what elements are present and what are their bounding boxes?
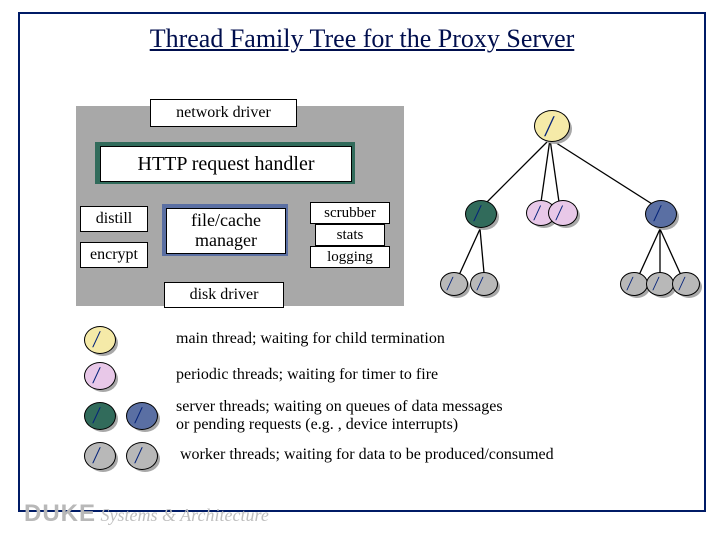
legend-periodic: periodic threads; waiting for timer to f… xyxy=(176,366,438,384)
tree-node-worker: / xyxy=(470,272,498,296)
box-stats: stats xyxy=(315,224,385,246)
box-disk-driver: disk driver xyxy=(164,282,284,308)
tree-node-worker: / xyxy=(646,272,674,296)
tree-node-worker: / xyxy=(440,272,468,296)
box-http-handler: HTTP request handler xyxy=(100,146,352,182)
tree-node-worker: / xyxy=(672,272,700,296)
legend-swatch-server-b: / xyxy=(126,402,158,430)
box-file-cache: file/cache manager xyxy=(166,208,286,254)
box-scrubber: scrubber xyxy=(310,202,390,224)
page-title: Thread Family Tree for the Proxy Server xyxy=(20,24,704,54)
slide-frame: Thread Family Tree for the Proxy Server … xyxy=(18,12,706,512)
footer-duke: DUKE xyxy=(24,500,96,527)
tree-node-main: / xyxy=(534,110,570,142)
legend-server-line2: or pending requests (e.g. , device inter… xyxy=(176,416,458,434)
box-encrypt: encrypt xyxy=(80,242,148,268)
legend-worker: worker threads; waiting for data to be p… xyxy=(180,446,554,464)
tree-node-worker: / xyxy=(620,272,648,296)
legend-swatch-server-a: / xyxy=(84,402,116,430)
box-logging: logging xyxy=(310,246,390,268)
box-distill: distill xyxy=(80,206,148,232)
tree-node-server-a: / xyxy=(465,200,497,228)
footer: DUKE Systems & Architecture xyxy=(24,500,269,528)
tree-node-server-b: / xyxy=(645,200,677,228)
legend-server-line1: server threads; waiting on queues of dat… xyxy=(176,398,503,416)
legend-main: main thread; waiting for child terminati… xyxy=(176,330,445,348)
legend-swatch-worker-1: / xyxy=(84,442,116,470)
legend-swatch-main: / xyxy=(84,326,116,354)
tree-node-periodic2: / xyxy=(548,200,578,226)
footer-sa: Systems & Architecture xyxy=(101,505,269,525)
legend-swatch-worker-2: / xyxy=(126,442,158,470)
legend-swatch-periodic: / xyxy=(84,362,116,390)
box-network-driver: network driver xyxy=(150,99,297,127)
